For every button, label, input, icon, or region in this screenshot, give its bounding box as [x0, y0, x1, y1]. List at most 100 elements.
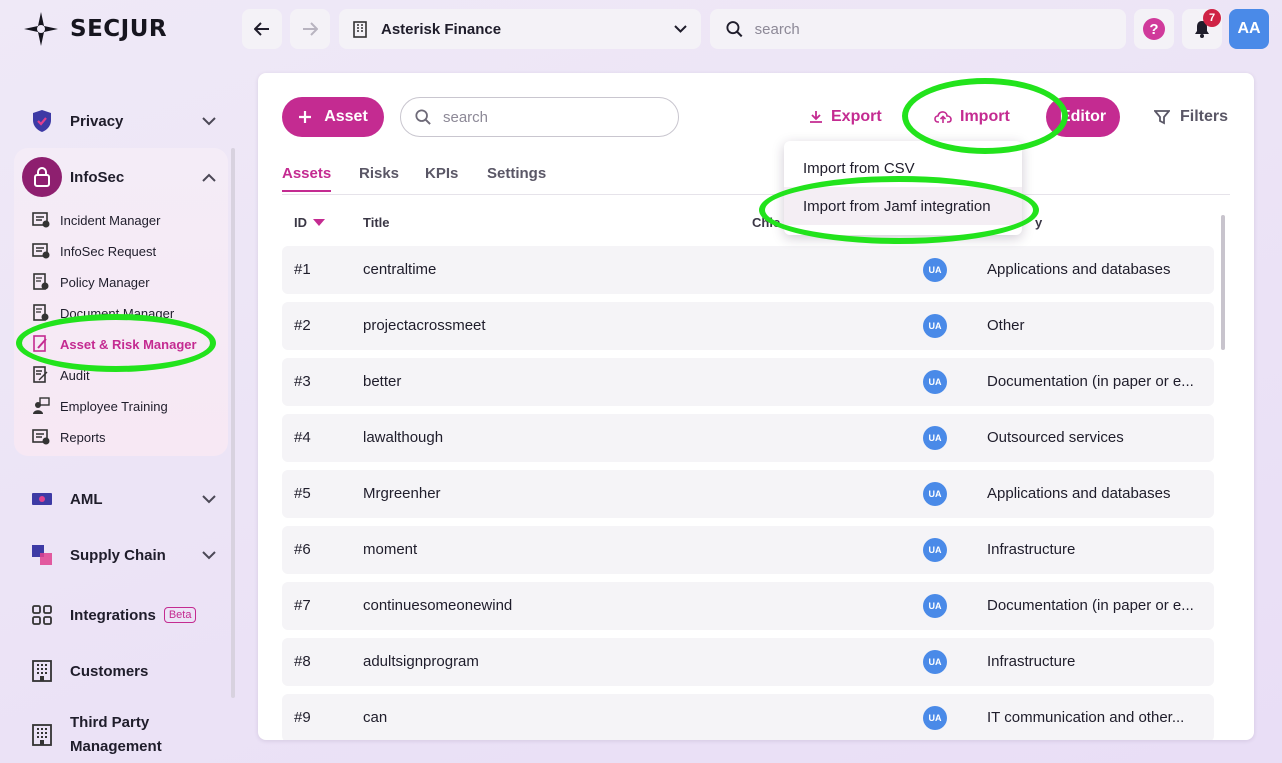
asset-title: centraltime — [363, 261, 437, 278]
table-row[interactable]: #7 continuesomeonewind UA Documentation (in… — [282, 582, 1214, 630]
nav-infosec[interactable]: InfoSec — [22, 157, 124, 197]
arrow-left-icon — [254, 22, 269, 36]
owner-avatar: UA — [923, 426, 947, 450]
owner-avatar: UA — [923, 370, 947, 394]
forward-button[interactable] — [290, 9, 330, 49]
import-button[interactable]: Import — [934, 97, 1010, 137]
import-from-csv-item[interactable]: Import from CSV — [784, 149, 1022, 187]
global-search-input[interactable] — [754, 20, 1110, 38]
nav-aml-label: AML — [70, 490, 103, 508]
nav-integrations[interactable]: Integrations Beta — [22, 595, 197, 635]
notification-count-badge: 7 — [1203, 9, 1221, 27]
chevron-down-icon[interactable] — [200, 490, 218, 508]
global-search[interactable] — [710, 9, 1126, 49]
asset-category: Applications and databases — [987, 485, 1171, 502]
asset-search-input[interactable] — [442, 108, 664, 126]
nav-supply-chain-label: Supply Chain — [70, 546, 166, 564]
tab-settings[interactable]: Settings — [487, 165, 546, 190]
table-row[interactable]: #6 moment UA Infrastructure — [282, 526, 1214, 574]
nav-privacy-label: Privacy — [70, 112, 124, 130]
sidebar-item-document-manager[interactable]: Document Manager — [32, 304, 174, 322]
nav-supply-chain[interactable]: Supply Chain — [22, 535, 166, 575]
table-row[interactable]: #8 adultsignprogram UA Infrastructure — [282, 638, 1214, 686]
owner-avatar: UA — [923, 314, 947, 338]
nav-privacy[interactable]: Privacy — [22, 101, 123, 141]
building-icon — [22, 715, 62, 755]
table-row[interactable]: #5 Mrgreenher UA Applications and databases — [282, 470, 1214, 518]
table-header: ID Title Chie y — [282, 209, 1214, 233]
asset-id: #9 — [294, 709, 311, 726]
export-button[interactable]: Export — [809, 97, 882, 137]
filters-label: Filters — [1180, 108, 1229, 125]
sidebar-item-label: Audit — [60, 367, 90, 383]
nav-aml[interactable]: AML — [22, 479, 103, 519]
table-row[interactable]: #2 projectacrossmeet UA Other — [282, 302, 1214, 350]
import-label: Import — [960, 108, 1010, 125]
table-scrollbar[interactable] — [1221, 215, 1225, 350]
asset-search[interactable] — [400, 97, 679, 137]
asset-category: Outsourced services — [987, 429, 1124, 446]
arrow-right-icon — [303, 22, 318, 36]
cloud-upload-icon — [934, 111, 952, 123]
sidebar-item-policy-manager[interactable]: Policy Manager — [32, 273, 150, 291]
sidebar-item-label: Asset & Risk Manager — [60, 336, 197, 352]
sidebar-item-asset-risk-manager[interactable]: Asset & Risk Manager — [32, 335, 197, 353]
title-column-header[interactable]: Title — [363, 215, 390, 230]
sidebar-item-incident-manager[interactable]: Incident Manager — [32, 211, 160, 229]
asset-category: Documentation (in paper or e... — [987, 597, 1194, 614]
sidebar-item-audit[interactable]: Audit — [32, 366, 90, 384]
reports-icon — [32, 428, 50, 446]
add-asset-button[interactable]: Asset — [282, 97, 384, 137]
asset-title: lawalthough — [363, 429, 444, 446]
sidebar-item-infosec-request[interactable]: InfoSec Request — [32, 242, 156, 260]
sidebar-item-reports[interactable]: Reports — [32, 428, 106, 446]
document-icon — [32, 304, 50, 322]
secjur-logo-icon — [24, 12, 58, 46]
table-row[interactable]: #1 centraltime UA Applications and database… — [282, 246, 1214, 294]
organization-select[interactable]: Asterisk Finance — [339, 9, 701, 49]
building-icon — [22, 651, 62, 691]
table-row[interactable]: #4 lawalthough UA Outsourced services — [282, 414, 1214, 462]
chevron-down-icon[interactable] — [200, 112, 218, 130]
asset-title: can — [363, 709, 388, 726]
tab-kpis[interactable]: KPIs — [425, 165, 458, 190]
asset-id: #4 — [294, 429, 311, 446]
sidebar-item-label: Document Manager — [60, 305, 175, 321]
nav-third-party-label: Third Party Management — [70, 714, 162, 755]
owner-column-header[interactable]: Chie — [752, 215, 780, 230]
id-column-header[interactable]: ID — [294, 215, 325, 230]
nav-customers[interactable]: Customers — [22, 651, 148, 691]
table-row[interactable]: #3 better UA Documentation (in paper or e..… — [282, 358, 1214, 406]
sidebar-scrollbar[interactable] — [231, 148, 235, 698]
notifications-button[interactable]: 7 — [1182, 9, 1222, 49]
editor-button[interactable]: Editor — [1046, 97, 1120, 137]
category-column-header[interactable]: y — [1035, 215, 1042, 230]
filters-button[interactable]: Filters — [1154, 97, 1228, 137]
help-button[interactable]: ? — [1134, 9, 1174, 49]
asset-title: better — [363, 373, 402, 390]
sort-desc-icon — [313, 219, 325, 226]
plus-icon — [299, 111, 312, 123]
id-header-label: ID — [294, 215, 307, 230]
sidebar-item-employee-training[interactable]: Employee Training — [32, 397, 168, 415]
asset-id: #1 — [294, 261, 311, 278]
nav-third-party-management[interactable]: Third Party Management — [22, 711, 180, 759]
asset-category: Other — [987, 317, 1025, 334]
tab-assets[interactable]: Assets — [282, 165, 332, 192]
asset-title: projectacrossmeet — [363, 317, 486, 334]
brand-logo[interactable]: SECJUR — [22, 10, 167, 48]
back-button[interactable] — [242, 9, 282, 49]
chevron-up-icon[interactable] — [200, 168, 218, 186]
chevron-down-icon[interactable] — [200, 546, 218, 564]
import-menu: Import from CSV Import from Jamf integra… — [784, 141, 1022, 235]
asset-id: #2 — [294, 317, 311, 334]
filter-icon — [1154, 109, 1170, 124]
tab-risks[interactable]: Risks — [359, 165, 399, 190]
import-from-jamf-item[interactable]: Import from Jamf integration — [784, 187, 1022, 225]
table-row[interactable]: #9 can UA IT communication and other... — [282, 694, 1214, 740]
owner-avatar: UA — [923, 594, 947, 618]
nav-integrations-label: Integrations — [70, 606, 156, 624]
training-icon — [32, 397, 50, 415]
avatar[interactable]: AA — [1229, 9, 1269, 49]
owner-avatar: UA — [923, 650, 947, 674]
